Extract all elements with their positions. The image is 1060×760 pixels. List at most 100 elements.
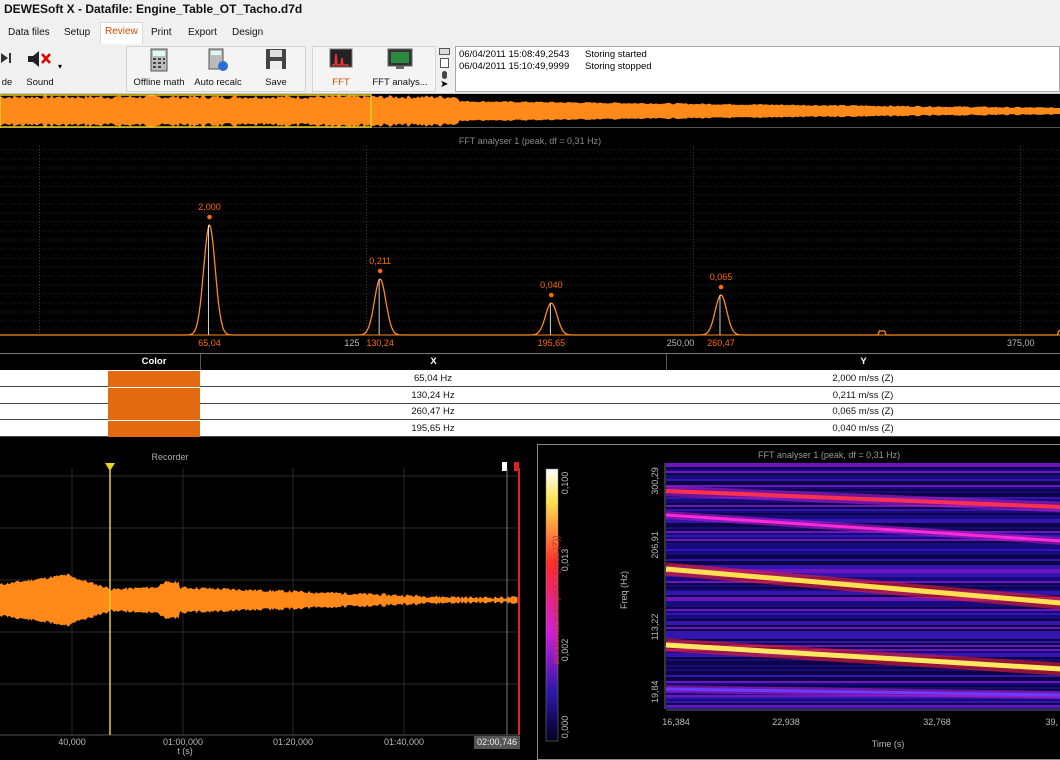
table-cell-x: 195,65 Hz — [200, 421, 666, 437]
title-bar: DEWESoft X - Datafile: Engine_Table_OT_T… — [0, 0, 1060, 20]
fft-button[interactable]: FFT — [318, 46, 364, 92]
save-label: Save — [265, 77, 287, 88]
spectrogram-x-tick: 32,768 — [923, 717, 951, 727]
auto-recalc-button[interactable]: Auto recalc — [192, 46, 244, 92]
overview-strip[interactable] — [0, 94, 1060, 128]
header-y: Y — [666, 354, 1060, 370]
fft-x-tick: 195,65 — [538, 338, 566, 348]
calculator-refresh-icon — [208, 48, 228, 71]
cursor-table: Color X Y 65,04 Hz 2,000 m/ss (Z) 130,24 H… — [0, 353, 1060, 437]
sound-button[interactable]: Sound — [20, 46, 60, 92]
sound-dropdown-icon[interactable]: ▾ — [58, 62, 62, 71]
fft-x-tick: 65,04 — [198, 338, 221, 348]
microphone-icon[interactable] — [442, 71, 447, 79]
spectrogram-x-tick: 39, — [1045, 717, 1058, 727]
calculator-icon — [150, 48, 168, 72]
overview-waveform — [0, 94, 1060, 128]
table-row-blank — [0, 388, 108, 404]
table-cell-x: 130,24 Hz — [200, 388, 666, 404]
fft-x-tick: 130,24 — [366, 338, 394, 348]
recorder-x-tick: 40,000 — [58, 737, 86, 747]
window-title: DEWESoft X - Datafile: Engine_Table_OT_T… — [4, 2, 303, 16]
menu-design[interactable]: Design — [232, 24, 263, 42]
spectrogram-x-tick: 22,938 — [772, 717, 800, 727]
peak-marker — [377, 268, 383, 274]
menu-review[interactable]: Review — [100, 22, 143, 44]
monitor-icon — [387, 48, 413, 69]
pointer-icon[interactable]: ➤ — [440, 80, 448, 90]
recorder-signal — [0, 573, 518, 627]
recorder-x-tick: 01:40,000 — [384, 737, 424, 747]
table-cell-y: 0,040 m/ss (Z) — [666, 421, 1060, 437]
log-entry: 06/04/2011 15:08:49,2543 Storing started — [459, 49, 647, 60]
recorder-plot: 40,000 01:00,000 01:20,000 01:40,000 — [0, 462, 520, 747]
table-color-swatch — [108, 404, 200, 420]
recorder-panel[interactable]: Recorder 40,000 01:00,000 01:20,000 01:40,0… — [0, 440, 528, 760]
spectrogram-panel[interactable]: FFT analyser 1 (peak, df = 0,31 Hz) 0,10… — [537, 444, 1060, 760]
floppy-disk-icon — [266, 49, 286, 69]
log-entry: 06/04/2011 15:10:49,9999 Storing stopped — [459, 61, 652, 72]
spectrogram-y-tick: 206,91 — [650, 531, 660, 559]
color-scale-tick: 0,002 — [560, 639, 570, 662]
spectrogram-y-tick: 113,22 — [650, 614, 660, 641]
mode-label: de — [1, 77, 13, 88]
peak-marker — [718, 284, 724, 290]
recorder-x-tick: 01:20,000 — [273, 737, 313, 747]
table-color-swatch — [108, 387, 200, 404]
fft-x-tick: 375,00 — [1007, 338, 1035, 348]
peak-marker — [207, 214, 212, 220]
fft-panel[interactable]: FFT analyser 1 (peak, df = 0,31 Hz) 2,00… — [0, 130, 1060, 352]
recorder-end-handle — [514, 462, 519, 471]
recorder-cursor-handle — [105, 463, 115, 471]
fft-chart-icon — [329, 48, 353, 68]
header-x: X — [200, 354, 666, 370]
menu-bar: Data files Setup Review Print Export Des… — [0, 20, 1060, 44]
header-color: Color — [108, 354, 200, 370]
spectrogram-plot: 0,100 0,013 0,002 0,000 300,29 206,91 113,22 19… — [545, 463, 1060, 742]
recorder-start-handle — [502, 462, 507, 471]
fft-x-tick: 260,47 — [707, 338, 735, 348]
fft-analyser-button[interactable]: FFT analys... — [370, 46, 430, 92]
table-cell-y: 2,000 m/ss (Z) — [666, 371, 1060, 387]
peak-label: 0,065 — [710, 272, 733, 282]
fft-label: FFT — [332, 77, 350, 88]
table-row-blank — [0, 421, 108, 437]
spectrogram-y-tick: 19,84 — [650, 680, 660, 703]
table-color-swatch — [108, 420, 200, 437]
keyboard-icon[interactable] — [439, 48, 450, 55]
peak-label: 0,211 — [369, 256, 391, 266]
table-color-swatch — [108, 371, 200, 387]
peak-label: 2,000 — [198, 202, 221, 212]
table-cell-x: 65,04 Hz — [200, 371, 666, 387]
color-scale-tick: 0,013 — [560, 549, 570, 572]
table-cell-x: 260,47 Hz — [200, 404, 666, 420]
spectrogram-x-tick: 16,384 — [662, 717, 690, 727]
speaker-muted-icon — [28, 51, 51, 67]
color-scale-tick: 0,100 — [560, 472, 570, 495]
table-cell-y: 0,211 m/ss (Z) — [666, 388, 1060, 404]
recorder-x-unit: t (s) — [177, 746, 193, 756]
log-side-icons: ➤ — [437, 46, 453, 92]
menu-setup[interactable]: Setup — [64, 24, 90, 42]
table-row-blank — [0, 404, 108, 420]
menu-data-files[interactable]: Data files — [8, 24, 50, 42]
sound-label: Sound — [26, 77, 54, 88]
save-button[interactable]: Save — [256, 46, 296, 92]
recorder-end-time: 02:00,746 — [474, 736, 520, 749]
offline-math-button[interactable]: Offline math — [130, 46, 188, 92]
table-cell-y: 0,065 m/ss (Z) — [666, 404, 1060, 420]
offline-math-label: Offline math — [133, 77, 185, 88]
mode-button[interactable]: de — [0, 46, 14, 92]
note-icon[interactable] — [440, 58, 449, 68]
menu-print[interactable]: Print — [151, 24, 172, 42]
fft-plot: 2,000 0,211 0,040 0,065 65,04 125 130,24 195,65… — [0, 146, 1060, 348]
fft-x-tick: 250,00 — [667, 338, 695, 348]
spectrogram-y-label: Freq (Hz) — [619, 571, 629, 609]
spectrogram-x-label: Time (s) — [871, 739, 905, 749]
overview-signal — [0, 95, 1060, 127]
fft-analyser-label: FFT analys... — [372, 77, 428, 88]
menu-export[interactable]: Export — [188, 24, 217, 42]
table-row-blank — [0, 371, 108, 387]
fft-x-tick: 125 — [344, 338, 359, 348]
spectrogram-y-tick: 300,29 — [650, 467, 660, 495]
